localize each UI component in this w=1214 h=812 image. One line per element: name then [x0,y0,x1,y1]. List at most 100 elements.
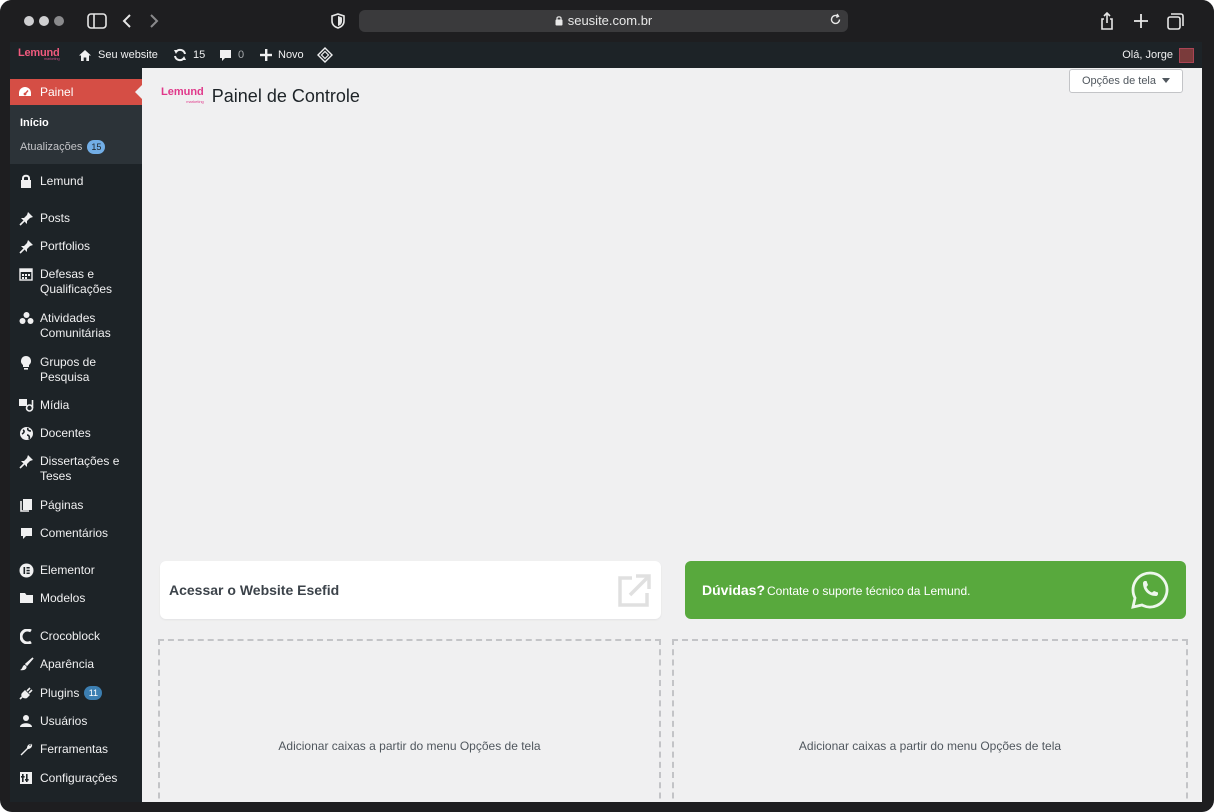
address-bar[interactable]: seusite.com.br [359,10,848,32]
comment-icon [18,525,34,541]
sidebar-item-comentarios-label: Comentários [40,526,109,540]
sidebar-item-paginas[interactable]: Páginas [10,497,142,513]
plus-icon [260,49,272,61]
plugins-badge: 11 [84,686,103,700]
admin-bar-updates[interactable]: 15 [173,42,205,68]
updates-badge: 15 [87,140,106,154]
site-name-label: Seu website [98,49,158,61]
comment-icon [220,49,231,61]
sidebar-item-comentarios[interactable]: Comentários [10,525,142,541]
sidebar-item-grupos[interactable]: Grupos de Pesquisa [10,354,142,385]
admin-bar-diamond[interactable] [317,42,333,68]
share-icon[interactable] [1096,10,1118,32]
wrench-icon [18,741,34,757]
caret-down-icon [1162,78,1170,83]
updates-icon [174,48,186,62]
sidebar-item-midia-label: Mídia [40,398,70,412]
admin-bar-comments[interactable]: 0 [219,42,244,68]
window-minimize-dot[interactable] [39,16,49,26]
sidebar-toggle-icon[interactable] [86,10,108,32]
brush-icon [18,656,34,672]
sidebar-item-usuarios[interactable]: Usuários [10,713,142,729]
greeting-label: Olá, Jorge [1122,49,1173,61]
dashboard-dropzone-right: Adicionar caixas a partir do menu Opções… [672,639,1188,802]
submenu-inicio[interactable]: Início [20,117,49,129]
submenu-inicio-label: Início [20,117,49,129]
sidebar-item-portfolios-label: Portfolios [40,239,91,253]
sidebar-item-docentes[interactable]: Docentes [10,425,142,441]
crocoblock-icon [18,628,34,644]
sidebar-item-midia[interactable]: Mídia [10,397,142,413]
address-text: seusite.com.br [359,13,848,29]
sidebar-item-modelos[interactable]: Modelos [10,590,142,606]
screen-options-label: Opções de tela [1082,75,1156,87]
sidebar-item-atividades-label: Atividades Comunitárias [40,311,111,340]
sidebar-item-crocoblock[interactable]: Crocoblock [10,628,142,644]
support-question: Dúvidas? [702,582,766,598]
sidebar-item-lemund-label: Lemund [40,174,84,188]
forward-icon[interactable] [143,10,165,32]
media-icon [18,397,34,413]
user-icon [18,713,34,729]
updates-count: 15 [193,49,206,61]
browser-window: seusite.com.br Lemund marketing Seu webs… [0,0,1214,812]
submenu-atualizacoes[interactable]: Atualizações 15 [20,140,106,154]
sidebar-item-plugins-label: Plugins [40,686,80,700]
sidebar-item-ferramentas-label: Ferramentas [40,742,109,756]
pin-icon [18,210,34,226]
sidebar-item-elementor[interactable]: Elementor [10,562,142,578]
admin-bar-account[interactable]: Olá, Jorge [1122,42,1194,68]
page-logo-text: Lemund [161,85,204,98]
reload-icon[interactable] [829,13,842,31]
elementor-icon [18,562,34,578]
dropzone-text: Adicionar caixas a partir do menu Opções… [278,739,541,753]
tabs-overview-icon[interactable] [1164,10,1186,32]
sidebar-item-paginas-label: Páginas [40,498,84,512]
pin-icon [18,453,34,469]
sidebar-item-ferramentas[interactable]: Ferramentas [10,741,142,757]
page-logo: Lemund marketing [161,85,204,107]
sidebar-item-lemund[interactable]: Lemund [10,173,142,189]
pin-icon [18,238,34,254]
sidebar-item-plugins[interactable]: Plugins 11 [10,685,142,701]
access-website-card[interactable]: Acessar o Website Esefid [160,561,661,619]
admin-bar-site-link[interactable]: Seu website [78,42,158,68]
calendar-icon [18,266,34,282]
shield-icon[interactable] [327,10,349,32]
admin-sidebar: Painel Início Atualizações 15 Lemund Pos… [10,68,142,802]
back-icon[interactable] [116,10,138,32]
new-tab-icon[interactable] [1130,10,1152,32]
admin-bar-logo[interactable]: Lemund marketing [18,47,60,61]
screen-options-button[interactable]: Opções de tela [1069,69,1183,93]
sidebar-item-defesas-label: Defesas e Qualificações [40,267,113,296]
window-zoom-dot[interactable] [54,16,64,26]
comments-count: 0 [238,49,245,61]
page-logo-sub: marketing [186,98,204,104]
sidebar-item-defesas[interactable]: Defesas e Qualificações [10,266,142,297]
sidebar-item-posts-label: Posts [40,211,71,225]
page-header: Lemund marketing Painel de Controle [161,86,360,107]
window-close-dot[interactable] [24,16,34,26]
sidebar-item-atividades[interactable]: Atividades Comunitárias [10,310,142,341]
sidebar-item-painel[interactable]: Painel [10,79,142,105]
admin-bar: Lemund marketing Seu website 15 0 Novo O… [10,42,1202,68]
sidebar-item-dissertacoes[interactable]: Dissertações e Teses [10,453,142,484]
sidebar-item-dissertacoes-label: Dissertações e Teses [40,454,120,483]
groups-icon [18,310,34,326]
browser-toolbar: seusite.com.br [0,0,1214,42]
pages-icon [18,497,34,513]
access-website-label: Acessar o Website Esefid [169,582,340,598]
support-card[interactable]: Dúvidas? Contate o suporte técnico da Le… [685,561,1186,619]
page-title: Painel de Controle [211,86,360,106]
lock-icon [18,173,34,189]
sidebar-item-aparencia[interactable]: Aparência [10,656,142,672]
sidebar-item-portfolios[interactable]: Portfolios [10,238,142,254]
sidebar-item-configuracoes[interactable]: Configurações [10,770,142,786]
dashboard-icon [18,84,34,100]
dashboard-submenu: Início Atualizações 15 [10,105,142,164]
admin-bar-new[interactable]: Novo [260,42,304,68]
home-icon [79,49,91,61]
whatsapp-icon [1130,570,1170,615]
sidebar-item-posts[interactable]: Posts [10,210,142,226]
diamond-icon [317,47,333,63]
